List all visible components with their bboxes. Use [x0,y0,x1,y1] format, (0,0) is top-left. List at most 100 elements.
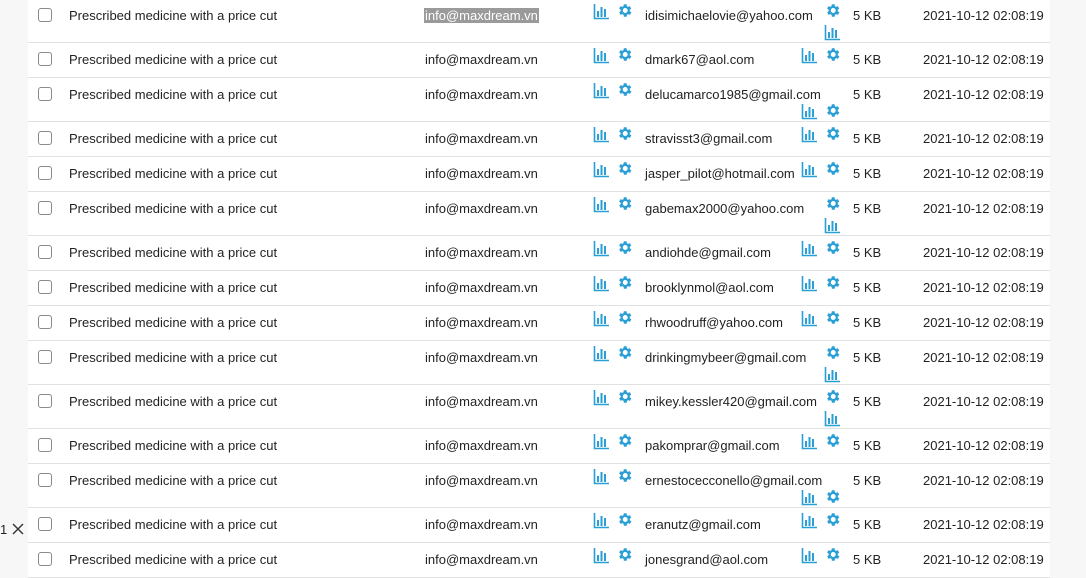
settings-gear-icon[interactable] [616,239,633,256]
row-checkbox[interactable] [38,280,52,294]
table-row[interactable]: Prescribed medicine with a price cut info… [28,192,1050,236]
table-row[interactable]: Prescribed medicine with a price cut info… [28,157,1050,192]
stats-chart-icon[interactable] [593,47,610,64]
recipient-cell[interactable]: pakomprar@gmail.com [645,438,780,453]
stats-chart-icon[interactable] [824,366,841,383]
settings-gear-icon[interactable] [616,125,633,142]
settings-gear-icon[interactable] [824,432,841,449]
row-checkbox[interactable] [38,131,52,145]
recipient-cell[interactable]: dmark67@aol.com [645,52,754,67]
row-checkbox[interactable] [38,245,52,259]
sender-cell[interactable]: info@maxdream.vn [425,394,538,409]
subject-cell[interactable]: Prescribed medicine with a price cut [69,8,277,23]
sender-cell[interactable]: info@maxdream.vn [425,201,538,216]
subject-cell[interactable]: Prescribed medicine with a price cut [69,315,277,330]
row-checkbox[interactable] [38,315,52,329]
row-checkbox[interactable] [38,201,52,215]
row-checkbox[interactable] [38,52,52,66]
sender-cell[interactable]: info@maxdream.vn [425,52,538,67]
row-checkbox[interactable] [38,87,52,101]
settings-gear-icon[interactable] [824,511,841,528]
settings-gear-icon[interactable] [616,432,633,449]
settings-gear-icon[interactable] [824,488,841,505]
subject-cell[interactable]: Prescribed medicine with a price cut [69,245,277,260]
row-checkbox[interactable] [38,8,52,22]
table-row[interactable]: Prescribed medicine with a price cut info… [28,271,1050,306]
stats-chart-icon[interactable] [593,126,610,143]
stats-chart-icon[interactable] [593,161,610,178]
row-checkbox[interactable] [38,473,52,487]
settings-gear-icon[interactable] [824,388,841,405]
settings-gear-icon[interactable] [616,46,633,63]
subject-cell[interactable]: Prescribed medicine with a price cut [69,394,277,409]
settings-gear-icon[interactable] [616,511,633,528]
sender-cell[interactable]: info@maxdream.vn [425,87,538,102]
settings-gear-icon[interactable] [616,546,633,563]
stats-chart-icon[interactable] [593,240,610,257]
stats-chart-icon[interactable] [593,345,610,362]
stats-chart-icon[interactable] [801,240,818,257]
subject-cell[interactable]: Prescribed medicine with a price cut [69,87,277,102]
stats-chart-icon[interactable] [593,310,610,327]
sender-cell[interactable]: info@maxdream.vn [425,166,538,181]
row-checkbox[interactable] [38,552,52,566]
row-checkbox[interactable] [38,394,52,408]
recipient-cell[interactable]: stravisst3@gmail.com [645,131,772,146]
sender-cell[interactable]: info@maxdream.vn [425,438,538,453]
subject-cell[interactable]: Prescribed medicine with a price cut [69,280,277,295]
stats-chart-icon[interactable] [801,310,818,327]
settings-gear-icon[interactable] [616,388,633,405]
stats-chart-icon[interactable] [593,275,610,292]
settings-gear-icon[interactable] [824,160,841,177]
row-checkbox[interactable] [38,166,52,180]
recipient-cell[interactable]: delucamarco1985@gmail.com [645,87,821,102]
settings-gear-icon[interactable] [824,102,841,119]
settings-gear-icon[interactable] [824,309,841,326]
recipient-cell[interactable]: brooklynmol@aol.com [645,280,774,295]
stats-chart-icon[interactable] [824,217,841,234]
stats-chart-icon[interactable] [824,410,841,427]
table-row[interactable]: Prescribed medicine with a price cut info… [28,464,1050,508]
stats-chart-icon[interactable] [801,103,818,120]
stats-chart-icon[interactable] [801,161,818,178]
recipient-cell[interactable]: jonesgrand@aol.com [645,552,768,567]
recipient-cell[interactable]: ernestocecconello@gmail.com [645,473,822,488]
subject-cell[interactable]: Prescribed medicine with a price cut [69,350,277,365]
subject-cell[interactable]: Prescribed medicine with a price cut [69,438,277,453]
table-row[interactable]: Prescribed medicine with a price cut info… [28,543,1050,578]
stats-chart-icon[interactable] [593,82,610,99]
settings-gear-icon[interactable] [824,239,841,256]
stats-chart-icon[interactable] [593,433,610,450]
recipient-cell[interactable]: andiohde@gmail.com [645,245,771,260]
table-row[interactable]: Prescribed medicine with a price cut info… [28,43,1050,78]
settings-gear-icon[interactable] [616,195,633,212]
sender-cell[interactable]: info@maxdream.vn [425,131,538,146]
recipient-cell[interactable]: rhwoodruff@yahoo.com [645,315,783,330]
sender-cell[interactable]: info@maxdream.vn [425,552,538,567]
stats-chart-icon[interactable] [593,468,610,485]
sender-cell[interactable]: info@maxdream.vn [425,350,538,365]
stats-chart-icon[interactable] [824,24,841,41]
settings-gear-icon[interactable] [616,160,633,177]
recipient-cell[interactable]: gabemax2000@yahoo.com [645,201,804,216]
row-checkbox[interactable] [38,438,52,452]
subject-cell[interactable]: Prescribed medicine with a price cut [69,166,277,181]
table-row[interactable]: Prescribed medicine with a price cut info… [28,122,1050,157]
settings-gear-icon[interactable] [824,125,841,142]
stats-chart-icon[interactable] [801,433,818,450]
sender-cell[interactable]: info@maxdream.vn [425,517,538,532]
table-row[interactable]: Prescribed medicine with a price cut info… [28,429,1050,464]
stats-chart-icon[interactable] [593,196,610,213]
stats-chart-icon[interactable] [801,512,818,529]
settings-gear-icon[interactable] [824,546,841,563]
subject-cell[interactable]: Prescribed medicine with a price cut [69,552,277,567]
page-number[interactable]: 1 [0,522,7,537]
table-row[interactable]: Prescribed medicine with a price cut info… [28,341,1050,385]
stats-chart-icon[interactable] [801,126,818,143]
recipient-cell[interactable]: drinkingmybeer@gmail.com [645,350,806,365]
close-icon[interactable] [11,522,25,536]
subject-cell[interactable]: Prescribed medicine with a price cut [69,52,277,67]
settings-gear-icon[interactable] [824,46,841,63]
stats-chart-icon[interactable] [593,512,610,529]
settings-gear-icon[interactable] [616,2,633,19]
